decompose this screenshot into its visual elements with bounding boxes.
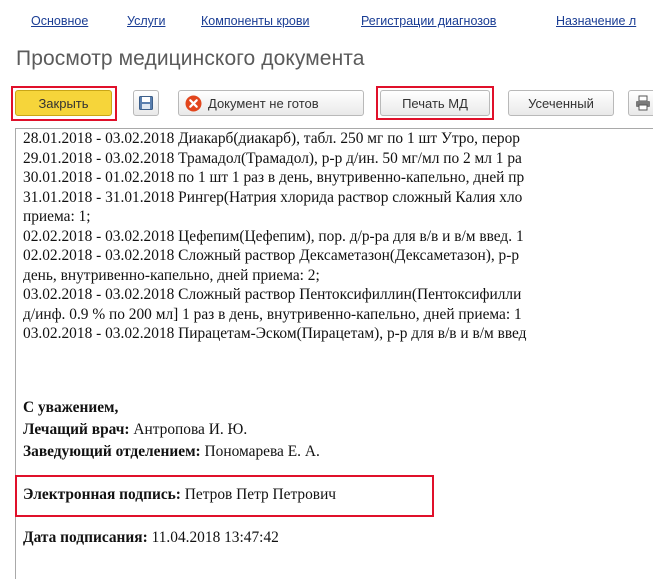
attending-doctor-name: Антропова И. Ю. bbox=[133, 421, 248, 438]
signing-date: Дата подписания: 11.04.2018 13:47:42 bbox=[23, 529, 279, 547]
prescription-line: 29.01.2018 - 03.02.2018 Трамадол(Трамадо… bbox=[23, 149, 522, 167]
document-content[interactable]: 28.01.2018 - 03.02.2018 Диакарб(диакарб)… bbox=[15, 128, 653, 579]
print-md-button[interactable]: Печать МД bbox=[380, 90, 490, 116]
prescription-list: 28.01.2018 - 03.02.2018 Диакарб(диакарб)… bbox=[23, 129, 653, 344]
signing-date-value: 11.04.2018 13:47:42 bbox=[151, 529, 279, 546]
department-head-label: Заведующий отделением: bbox=[23, 443, 201, 460]
prescription-line: 30.01.2018 - 01.02.2018 по 1 шт 1 раз в … bbox=[23, 169, 525, 186]
electronic-signature: Электронная подпись: Петров Петр Петрови… bbox=[23, 486, 336, 504]
nav-link-diagnosis-registrations[interactable]: Регистрации диагнозов bbox=[361, 14, 496, 28]
print-button[interactable] bbox=[628, 90, 653, 116]
attending-doctor-label: Лечащий врач: bbox=[23, 421, 130, 438]
save-button[interactable] bbox=[133, 90, 159, 116]
floppy-disk-icon bbox=[139, 96, 153, 110]
cancel-icon bbox=[185, 95, 202, 111]
document-not-ready-label: Документ не готов bbox=[208, 95, 319, 111]
page-title: Просмотр медицинского документа bbox=[16, 47, 365, 70]
prescription-line: 02.02.2018 - 03.02.2018 Сложный раствор … bbox=[23, 247, 520, 264]
nav-link-main[interactable]: Основное bbox=[31, 14, 88, 28]
nav-link-prescription[interactable]: Назначение л bbox=[556, 14, 636, 28]
close-button[interactable]: Закрыть bbox=[15, 90, 112, 116]
prescription-line: 03.02.2018 - 03.02.2018 Пирацетам-Эском(… bbox=[23, 325, 527, 342]
prescription-line: д/инф. 0.9 % по 200 мл] 1 раз в день, вн… bbox=[23, 305, 522, 323]
department-head: Заведующий отделением: Пономарева Е. А. bbox=[23, 443, 320, 461]
prescription-line: 28.01.2018 - 03.02.2018 Диакарб(диакарб)… bbox=[23, 130, 520, 147]
attending-doctor: Лечащий врач: Антропова И. Ю. bbox=[23, 421, 247, 439]
nav-link-blood-components[interactable]: Компоненты крови bbox=[201, 14, 309, 28]
prescription-line: 31.01.2018 - 31.01.2018 Рингер(Натрия хл… bbox=[23, 188, 523, 206]
electronic-signature-name: Петров Петр Петрович bbox=[184, 486, 337, 503]
regards-text: С уважением, bbox=[23, 399, 119, 416]
printer-icon bbox=[636, 95, 650, 111]
electronic-signature-label: Электронная подпись: bbox=[23, 486, 181, 503]
department-head-name: Пономарева Е. А. bbox=[204, 443, 320, 460]
signing-date-label: Дата подписания: bbox=[23, 529, 148, 546]
prescription-line: 02.02.2018 - 03.02.2018 Цефепим(Цефепим)… bbox=[23, 227, 524, 245]
prescription-line: приема: 1; bbox=[23, 208, 91, 225]
nav-link-services[interactable]: Услуги bbox=[127, 14, 165, 28]
prescription-line: день, внутривенно-капельно, дней приема:… bbox=[23, 266, 320, 284]
top-navigation: Основное Услуги Компоненты крови Регистр… bbox=[0, 0, 653, 36]
truncated-button[interactable]: Усеченный bbox=[508, 90, 614, 116]
prescription-line: 03.02.2018 - 03.02.2018 Сложный раствор … bbox=[23, 286, 522, 303]
document-not-ready-button[interactable]: Документ не готов bbox=[178, 90, 364, 116]
